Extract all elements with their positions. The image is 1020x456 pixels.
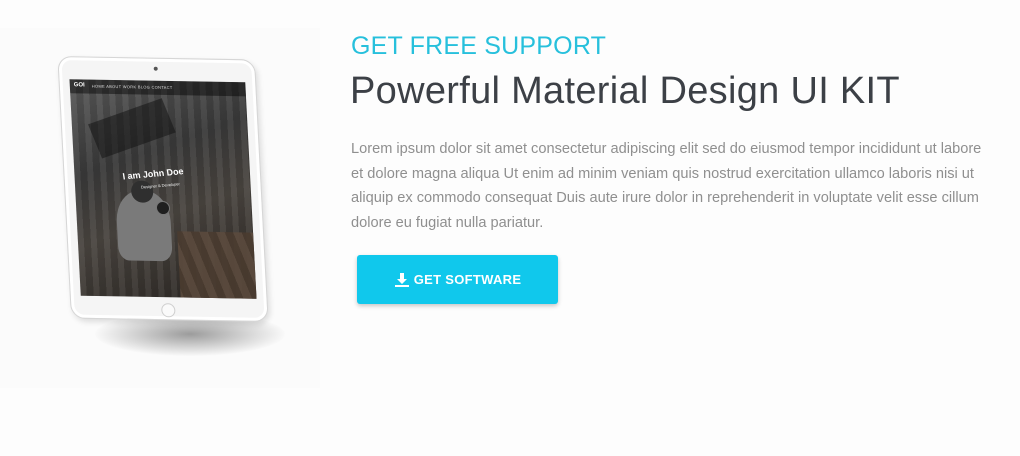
tablet-screen: GOI HOME ABOUT WORK BLOG CONTACT I am Jo… xyxy=(69,79,257,299)
screen-navbar: GOI HOME ABOUT WORK BLOG CONTACT xyxy=(69,79,246,97)
hero-section: GOI HOME ABOUT WORK BLOG CONTACT I am Jo… xyxy=(0,0,1020,456)
screen-logo: GOI xyxy=(73,82,85,89)
hero-description: Lorem ipsum dolor sit amet consectetur a… xyxy=(351,141,982,231)
download-icon xyxy=(394,272,410,288)
screen-desk-shape xyxy=(88,98,176,159)
tablet-mockup-image: GOI HOME ABOUT WORK BLOG CONTACT I am Jo… xyxy=(57,55,269,323)
screen-menu: HOME ABOUT WORK BLOG CONTACT xyxy=(91,83,173,91)
page-title: Powerful Material Design UI KIT xyxy=(350,70,900,112)
get-software-button[interactable]: GET SOFTWARE xyxy=(357,255,558,304)
tablet-camera xyxy=(153,66,158,71)
section-eyebrow: GET FREE SUPPORT xyxy=(351,32,607,60)
tablet-home-button xyxy=(160,303,176,318)
screen-title: I am John Doe xyxy=(121,166,185,182)
screen-round-object xyxy=(155,200,171,216)
screen-floor-shape xyxy=(177,231,257,299)
get-software-label: GET SOFTWARE xyxy=(413,272,522,287)
